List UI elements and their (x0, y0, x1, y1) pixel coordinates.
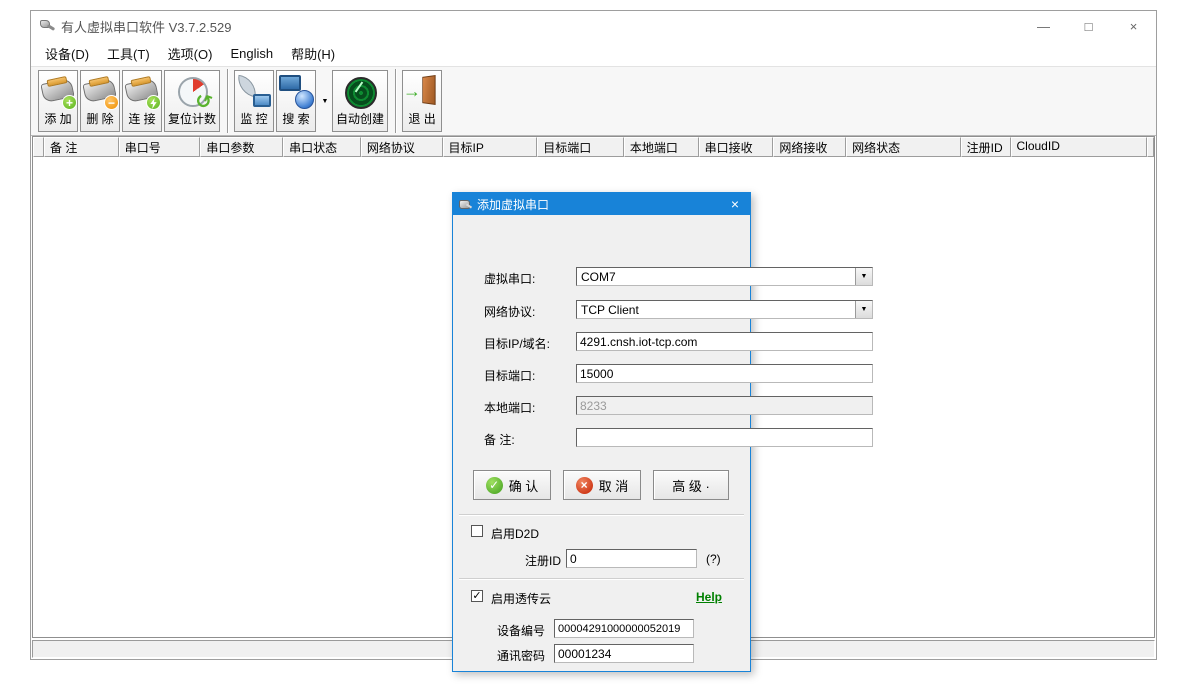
search-button[interactable]: 搜 索 (276, 70, 317, 132)
col-serial-rx[interactable]: 串口接收 (698, 137, 774, 157)
menubar: 设备(D) 工具(T) 选项(O) English 帮助(H) (31, 41, 1156, 66)
advanced-button[interactable]: 高 级 · (653, 470, 729, 500)
reset-counter-button[interactable]: 复位计数 (164, 70, 221, 132)
menu-tools[interactable]: 工具(T) (98, 41, 159, 66)
ok-check-icon: ✓ (485, 476, 503, 494)
toolbar-separator (395, 69, 398, 133)
col-target-ip[interactable]: 目标IP (442, 137, 538, 157)
dialog-titlebar[interactable]: 添加虚拟串口 × (453, 193, 750, 215)
delete-port-button[interactable]: − 删 除 (80, 70, 120, 132)
chevron-down-icon[interactable] (855, 268, 872, 285)
close-button[interactable]: × (1111, 11, 1156, 41)
menu-english[interactable]: English (221, 43, 282, 64)
comm-password-input[interactable] (554, 644, 694, 663)
exit-door-icon: → (403, 73, 441, 111)
dialog-title: 添加虚拟串口 (477, 197, 550, 212)
list-header: 备 注 串口号 串口参数 串口状态 网络协议 目标IP 目标端口 本地端口 串口… (33, 137, 1154, 157)
col-port-params[interactable]: 串口参数 (200, 137, 284, 157)
toolbar: + 添 加 − 删 除 连 接 复位计数 监 控 搜 索 自动创建 (31, 66, 1156, 136)
serial-port-add-icon: + (39, 73, 77, 111)
divider (459, 578, 744, 580)
target-port-input[interactable] (576, 364, 873, 383)
app-icon (39, 18, 56, 34)
serial-connect-icon (123, 73, 161, 111)
header-filler (1146, 137, 1154, 157)
dialog-body: 虚拟串口: COM7 网络协议: TCP Client 目标IP/域名: 目标端… (453, 215, 873, 671)
comm-password-label: 通讯密码 (497, 649, 546, 663)
col-remark[interactable]: 备 注 (43, 137, 119, 157)
monitor-button[interactable]: 监 控 (234, 70, 275, 132)
target-ip-label: 目标IP/域名: (484, 337, 551, 351)
col-local-port[interactable]: 本地端口 (623, 137, 699, 157)
enable-cloud-label: 启用透传云 (491, 592, 552, 606)
virtual-port-select[interactable]: COM7 (576, 267, 873, 286)
menu-options[interactable]: 选项(O) (159, 41, 222, 66)
local-port-input (576, 396, 873, 415)
enable-d2d-label: 启用D2D (491, 527, 540, 541)
monitor-icon (235, 73, 273, 111)
auto-create-radar-icon (341, 73, 379, 111)
enable-d2d-checkbox[interactable] (471, 525, 483, 537)
register-id-label: 注册ID (525, 554, 562, 568)
dialog-icon (459, 198, 472, 211)
col-cloud-id[interactable]: CloudID (1010, 137, 1147, 157)
menu-device[interactable]: 设备(D) (36, 41, 98, 66)
cloud-help-link[interactable]: Help (696, 590, 722, 604)
col-net-rx[interactable]: 网络接收 (773, 137, 847, 157)
confirm-button[interactable]: ✓ 确 认 (473, 470, 551, 500)
remark-label: 备 注: (484, 433, 515, 447)
register-id-input[interactable] (566, 549, 697, 568)
device-id-input[interactable] (554, 619, 694, 638)
window-title: 有人虚拟串口软件 V3.7.2.529 (61, 19, 232, 35)
col-net-status[interactable]: 网络状态 (846, 137, 961, 157)
search-dropdown-arrow[interactable] (318, 70, 332, 132)
add-virtual-port-dialog: 添加虚拟串口 × 虚拟串口: COM7 网络协议: TCP Client 目标I… (452, 192, 873, 672)
enable-cloud-checkbox[interactable] (471, 590, 483, 602)
cancel-button[interactable]: × 取 消 (563, 470, 641, 500)
minimize-button[interactable]: — (1021, 11, 1066, 41)
exit-button[interactable]: → 退 出 (402, 70, 443, 132)
auto-create-button[interactable]: 自动创建 (332, 70, 389, 132)
maximize-button[interactable]: □ (1066, 11, 1111, 41)
target-ip-input[interactable] (576, 332, 873, 351)
device-id-label: 设备编号 (497, 624, 546, 638)
add-port-button[interactable]: + 添 加 (38, 70, 78, 132)
col-register-id[interactable]: 注册ID (960, 137, 1011, 157)
col-target-port[interactable]: 目标端口 (537, 137, 624, 157)
cancel-x-icon: × (575, 476, 593, 494)
toolbar-separator (227, 69, 230, 133)
local-port-label: 本地端口: (484, 401, 536, 415)
col-net-protocol[interactable]: 网络协议 (360, 137, 443, 157)
header-stub (33, 137, 44, 157)
chevron-down-icon[interactable] (855, 301, 872, 318)
reset-counter-icon (173, 73, 211, 111)
search-network-icon (277, 73, 315, 111)
divider (459, 514, 744, 516)
register-id-hint-link[interactable]: (?) (706, 552, 721, 566)
virtual-port-label: 虚拟串口: (484, 272, 536, 286)
remark-input[interactable] (576, 428, 873, 447)
col-port-number[interactable]: 串口号 (118, 137, 201, 157)
connect-button[interactable]: 连 接 (122, 70, 162, 132)
net-protocol-select[interactable]: TCP Client (576, 300, 873, 319)
target-port-label: 目标端口: (484, 369, 536, 383)
menu-help[interactable]: 帮助(H) (282, 41, 344, 66)
net-protocol-label: 网络协议: (484, 305, 536, 319)
dialog-close-icon[interactable]: × (720, 193, 750, 215)
serial-port-remove-icon: − (81, 73, 119, 111)
col-port-status[interactable]: 串口状态 (283, 137, 361, 157)
titlebar: 有人虚拟串口软件 V3.7.2.529 — □ × (31, 11, 1156, 41)
